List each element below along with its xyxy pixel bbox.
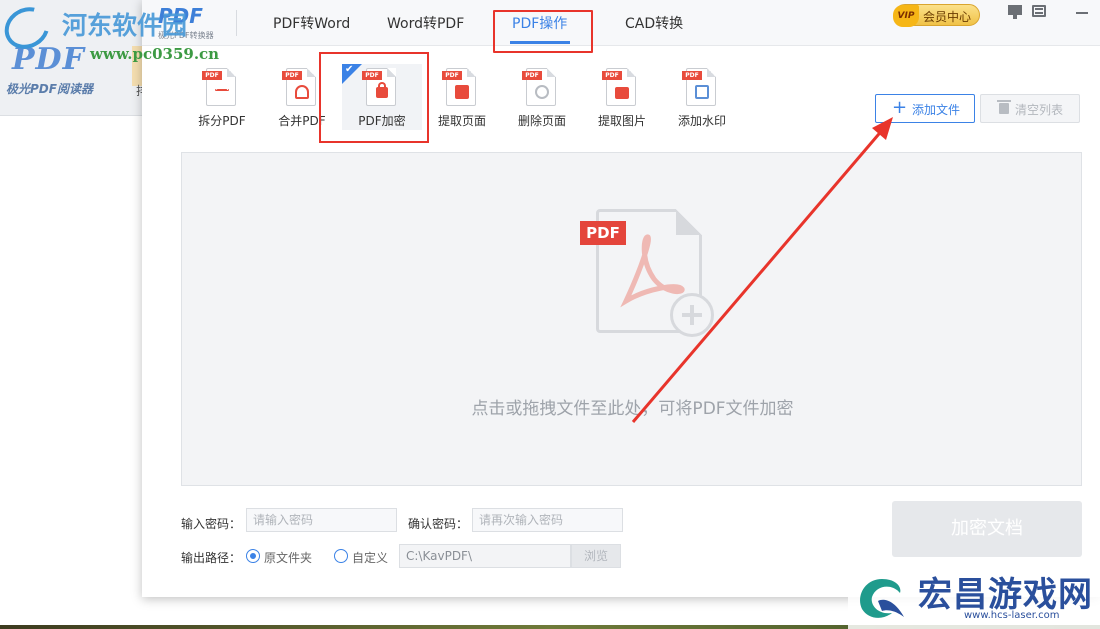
monitor-icon[interactable]	[1007, 5, 1023, 19]
original-folder-label: 原文件夹	[264, 551, 313, 565]
vip-center-button[interactable]: VIP 会员中心	[893, 4, 980, 27]
extract-page-icon: PDF	[442, 68, 476, 106]
password-field[interactable]	[246, 508, 397, 532]
top-bar: PDF 极光PDF转换器 PDF转Word Word转PDF PDF操作 CAD…	[142, 0, 1100, 46]
tool-label: 提取图片	[597, 114, 646, 128]
app-window: PDF 极光PDF转换器 PDF转Word Word转PDF PDF操作 CAD…	[142, 0, 1100, 597]
extract-image-icon: PDF	[602, 68, 636, 106]
file-drop-zone[interactable]: PDF 点击或拖拽文件至此处，可将PDF文件加密	[181, 152, 1082, 486]
browse-button[interactable]: 浏览	[571, 544, 621, 568]
screen: PDF 极光PDF阅读器 排 河东软件园 www.pc0359.cn PDF 极…	[0, 0, 1100, 629]
plus-circle-icon	[670, 293, 714, 337]
merge-pdf-icon: PDF	[282, 68, 316, 106]
delete-page-icon: PDF	[522, 68, 556, 106]
radio-custom-path[interactable]	[334, 549, 348, 563]
tool-label: 添加水印	[677, 114, 726, 128]
vip-badge-icon: VIP	[893, 5, 919, 27]
tool-label: 拆分PDF	[198, 114, 246, 128]
watermark-dragon-icon	[860, 579, 904, 618]
plus-icon: +	[892, 97, 908, 118]
watermark-bottom: 宏昌游戏网 www.hcs-laser.com	[848, 563, 1100, 629]
password-label: 输入密码：	[181, 517, 242, 531]
minimize-icon[interactable]	[1074, 5, 1090, 19]
custom-path-label: 自定义	[352, 551, 389, 565]
clear-list-button[interactable]: 清空列表	[980, 94, 1080, 123]
watermark-bottom-url: www.hcs-laser.com	[964, 610, 1060, 621]
tab-word-to-pdf[interactable]: Word转PDF	[387, 13, 464, 33]
background-caption: 极光PDF阅读器	[6, 82, 93, 96]
encrypt-document-button[interactable]: 加密文档	[892, 501, 1082, 557]
output-path-field[interactable]: C:\KavPDF\	[399, 544, 571, 568]
watermark-url: www.pc0359.cn	[90, 45, 220, 63]
add-watermark-icon: PDF	[682, 68, 716, 106]
add-file-button[interactable]: + 添加文件	[875, 94, 975, 123]
confirm-password-field[interactable]	[472, 508, 623, 532]
annotation-highlight-tool	[319, 52, 429, 143]
output-path-label: 输出路径：	[181, 551, 242, 565]
split-pdf-icon: PDF	[202, 68, 236, 106]
trash-icon	[997, 100, 1011, 114]
tool-split-pdf[interactable]: PDF 拆分PDF	[182, 64, 262, 130]
tool-label: 删除页面	[517, 114, 566, 128]
clear-list-label: 清空列表	[1015, 103, 1064, 117]
drop-hint: 点击或拖拽文件至此处，可将PDF文件加密	[471, 399, 794, 419]
tab-cad-convert[interactable]: CAD转换	[625, 13, 683, 33]
add-file-label: 添加文件	[912, 103, 961, 117]
vip-center-label: 会员中心	[923, 10, 972, 24]
watermark-bottom-title: 宏昌游戏网	[918, 575, 1093, 615]
tool-extract-page[interactable]: PDF 提取页面	[422, 64, 502, 130]
tool-delete-page[interactable]: PDF 删除页面	[502, 64, 582, 130]
radio-original-folder[interactable]	[246, 549, 260, 563]
divider	[236, 10, 237, 36]
message-icon[interactable]	[1031, 5, 1047, 19]
tool-label: 提取页面	[437, 114, 486, 128]
tool-add-watermark[interactable]: PDF 添加水印	[662, 64, 742, 130]
watermark-title: 河东软件园	[62, 11, 188, 40]
pdf-add-file-icon: PDF	[580, 209, 714, 337]
tab-pdf-to-word[interactable]: PDF转Word	[273, 13, 350, 33]
annotation-highlight-tab	[493, 10, 593, 53]
confirm-password-label: 确认密码：	[408, 517, 469, 531]
tool-extract-image[interactable]: PDF 提取图片	[582, 64, 662, 130]
pdf-tag: PDF	[580, 221, 626, 245]
